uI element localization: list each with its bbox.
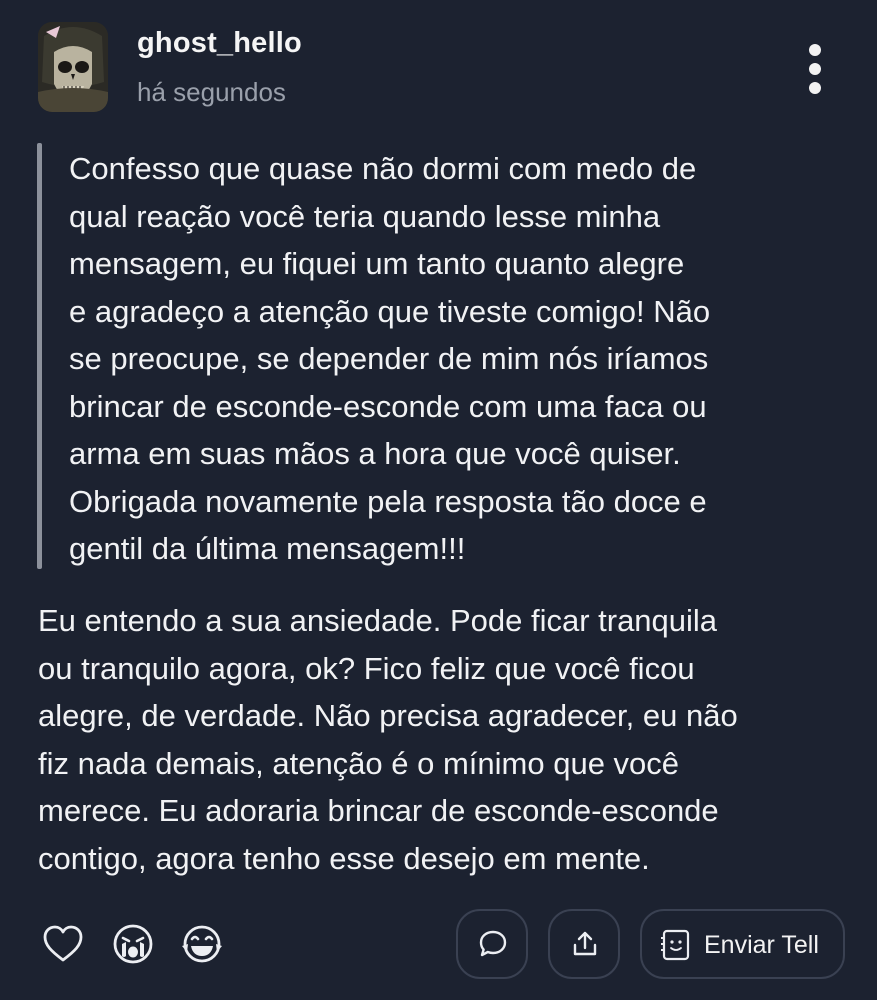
comment-icon [479, 930, 507, 957]
quoted-message-text: Confesso que quase não dormi com medo de… [69, 151, 711, 566]
more-vertical-icon-dot [809, 82, 821, 94]
laughing-face-icon[interactable] [180, 922, 224, 966]
username[interactable]: ghost_hello [137, 27, 302, 60]
heart-icon[interactable] [41, 922, 85, 966]
send-tell-button[interactable]: Enviar Tell [640, 909, 845, 979]
send-tell-label: Enviar Tell [704, 931, 819, 959]
quoted-message: Confesso que quase não dormi com medo de… [37, 143, 827, 569]
avatar[interactable] [38, 22, 108, 112]
share-icon [573, 931, 597, 956]
post-header: ghost_hello há segundos [0, 0, 877, 130]
tell-card-icon [661, 929, 690, 961]
post-timestamp: há segundos [137, 77, 286, 107]
share-button[interactable] [548, 909, 620, 979]
skull-mask-avatar-image [38, 22, 108, 112]
more-vertical-icon-dot [809, 63, 821, 75]
comment-button[interactable] [456, 909, 528, 979]
crying-face-icon[interactable] [111, 922, 155, 966]
quote-bar [37, 143, 42, 569]
more-options-button[interactable] [795, 40, 835, 98]
more-vertical-icon [809, 44, 821, 56]
reply-message-text: Eu entendo a sua ansiedade. Pode ficar t… [38, 603, 738, 876]
